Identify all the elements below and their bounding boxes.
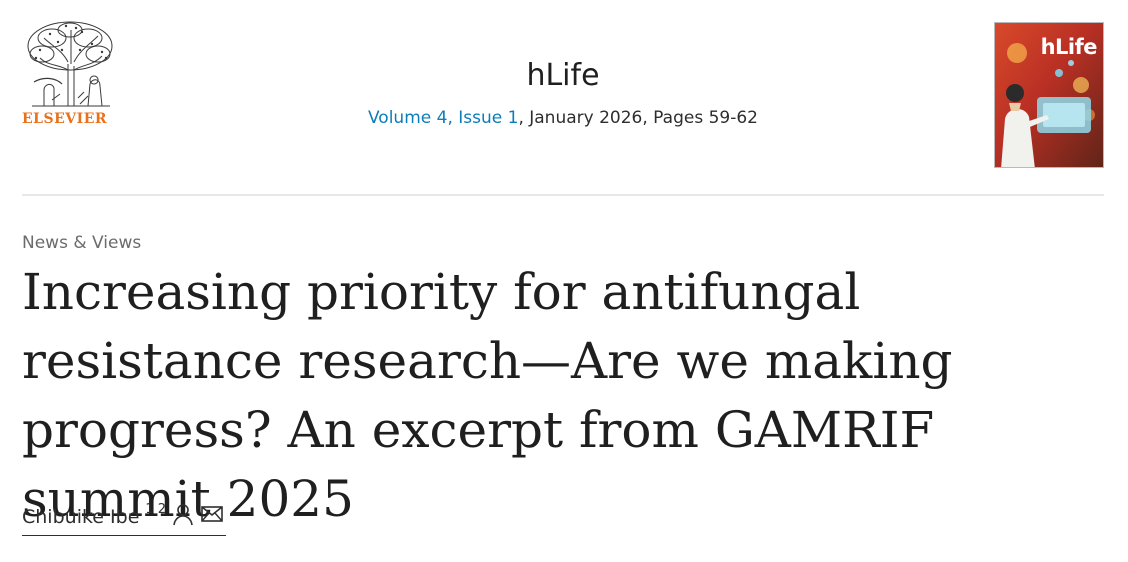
- header-divider: [22, 194, 1104, 196]
- issue-date-pages: , January 2026, Pages 59-62: [518, 108, 758, 128]
- issue-line: Volume 4, Issue 1, January 2026, Pages 5…: [22, 108, 1104, 128]
- author-affiliations[interactable]: 1 2: [145, 502, 166, 518]
- person-icon: [172, 502, 194, 530]
- author-link[interactable]: Chibuike Ibe 1 2: [22, 500, 227, 536]
- journal-header: ELSEVIER hLife Volume 4, Issue 1, Januar…: [22, 20, 1104, 170]
- volume-issue-link[interactable]: Volume 4, Issue 1: [368, 108, 518, 128]
- article-title: Increasing priority for antifungal resis…: [22, 263, 953, 528]
- envelope-icon[interactable]: [200, 502, 224, 530]
- article-type: News & Views: [22, 233, 142, 253]
- journal-cover-image[interactable]: hLife: [994, 22, 1104, 168]
- author-name: Chibuike Ibe: [22, 506, 140, 528]
- journal-title-link[interactable]: hLife: [526, 58, 599, 94]
- cover-title: hLife: [1040, 35, 1098, 59]
- journal-info: hLife Volume 4, Issue 1, January 2026, P…: [22, 58, 1104, 128]
